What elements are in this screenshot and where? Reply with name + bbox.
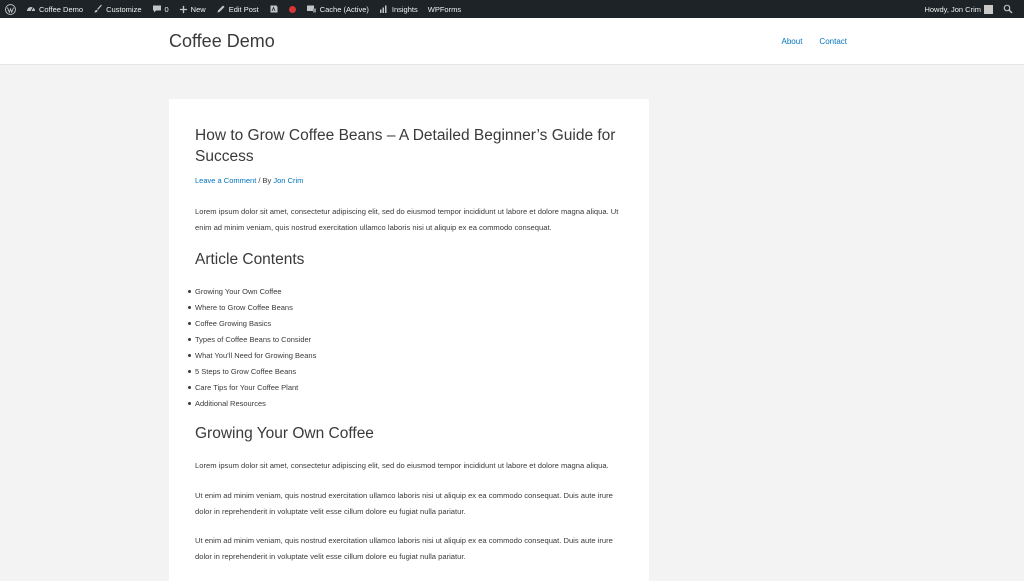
cache-label: Cache (Active) bbox=[319, 4, 369, 14]
toc-item-types-of-beans[interactable]: Types of Coffee Beans to Consider bbox=[187, 332, 316, 348]
edit-post-label: Edit Post bbox=[228, 4, 259, 14]
wpforms-menu[interactable]: WPForms bbox=[423, 0, 466, 18]
table-of-contents: Growing Your Own Coffee Where to Grow Co… bbox=[187, 284, 316, 412]
site-title[interactable]: Coffee Demo bbox=[169, 31, 275, 52]
primary-navigation: About Contact bbox=[782, 37, 847, 46]
site-name-menu[interactable]: Coffee Demo bbox=[21, 0, 88, 18]
section-paragraph-1: Lorem ipsum dolor sit amet, consectetur … bbox=[195, 461, 609, 470]
status-indicator[interactable] bbox=[284, 0, 301, 18]
customize-label: Customize bbox=[106, 4, 142, 14]
bar-chart-icon bbox=[379, 5, 387, 13]
comments-count: 0 bbox=[164, 4, 169, 14]
admin-search[interactable] bbox=[998, 0, 1018, 18]
server-cache-icon bbox=[306, 5, 316, 13]
seo-plugin-menu[interactable] bbox=[264, 0, 284, 18]
dashboard-icon bbox=[27, 7, 35, 12]
toc-item-where-to-grow[interactable]: Where to Grow Coffee Beans bbox=[187, 300, 316, 316]
toc-item-five-steps[interactable]: 5 Steps to Grow Coffee Beans bbox=[187, 364, 316, 380]
toc-item-growing-basics[interactable]: Coffee Growing Basics bbox=[187, 316, 316, 332]
article-contents-heading: Article Contents bbox=[195, 251, 305, 268]
nav-item-about[interactable]: About bbox=[782, 37, 803, 46]
comment-bubble-icon bbox=[152, 5, 161, 13]
site-name-label: Coffee Demo bbox=[39, 4, 84, 14]
section-paragraph-2: Ut enim ad minim veniam, quis nostrud ex… bbox=[195, 491, 613, 516]
edit-post-menu[interactable]: Edit Post bbox=[211, 0, 264, 18]
article-card: How to Grow Coffee Beans – A Detailed Be… bbox=[169, 99, 649, 581]
author-link[interactable]: Jon Crim bbox=[273, 176, 303, 185]
nav-item-contact[interactable]: Contact bbox=[819, 37, 847, 46]
admin-bar: Coffee Demo Customize 0 New Edit Post Ca… bbox=[0, 0, 1024, 18]
toc-item-additional-resources[interactable]: Additional Resources bbox=[187, 396, 316, 412]
toc-item-growing-your-own-coffee[interactable]: Growing Your Own Coffee bbox=[187, 284, 316, 300]
red-status-dot-icon bbox=[288, 5, 296, 13]
meta-separator: / By bbox=[256, 176, 274, 185]
pencil-icon bbox=[217, 5, 225, 13]
account-menu[interactable]: Howdy, Jon Crim bbox=[919, 0, 998, 18]
wpforms-label: WPForms bbox=[427, 4, 462, 14]
avatar bbox=[984, 4, 993, 14]
insights-menu[interactable]: Insights bbox=[374, 0, 423, 18]
post-meta: Leave a Comment / By Jon Crim bbox=[195, 176, 303, 185]
wordpress-icon bbox=[5, 3, 16, 15]
seo-plugin-icon bbox=[270, 5, 278, 13]
new-label: New bbox=[190, 4, 206, 14]
wordpress-logo-menu[interactable] bbox=[0, 0, 21, 18]
howdy-label: Howdy, Jon Crim bbox=[924, 4, 981, 14]
toc-item-what-youll-need[interactable]: What You’ll Need for Growing Beans bbox=[187, 348, 316, 364]
leave-comment-link[interactable]: Leave a Comment bbox=[195, 176, 256, 185]
toc-item-care-tips[interactable]: Care Tips for Your Coffee Plant bbox=[187, 380, 316, 396]
search-icon bbox=[1003, 4, 1013, 14]
intro-paragraph: Lorem ipsum dolor sit amet, consectetur … bbox=[195, 207, 619, 232]
section-paragraph-3: Ut enim ad minim veniam, quis nostrud ex… bbox=[195, 536, 613, 561]
paintbrush-icon bbox=[94, 4, 103, 13]
cache-menu[interactable]: Cache (Active) bbox=[301, 0, 374, 18]
plus-icon bbox=[179, 5, 187, 13]
site-header: Coffee Demo About Contact bbox=[0, 18, 1024, 65]
new-content-menu[interactable]: New bbox=[174, 0, 211, 18]
comments-menu[interactable]: 0 bbox=[147, 0, 174, 18]
post-title: How to Grow Coffee Beans – A Detailed Be… bbox=[195, 127, 616, 165]
customize-menu[interactable]: Customize bbox=[88, 0, 146, 18]
section-heading-growing: Growing Your Own Coffee bbox=[195, 425, 374, 442]
insights-label: Insights bbox=[391, 4, 418, 14]
